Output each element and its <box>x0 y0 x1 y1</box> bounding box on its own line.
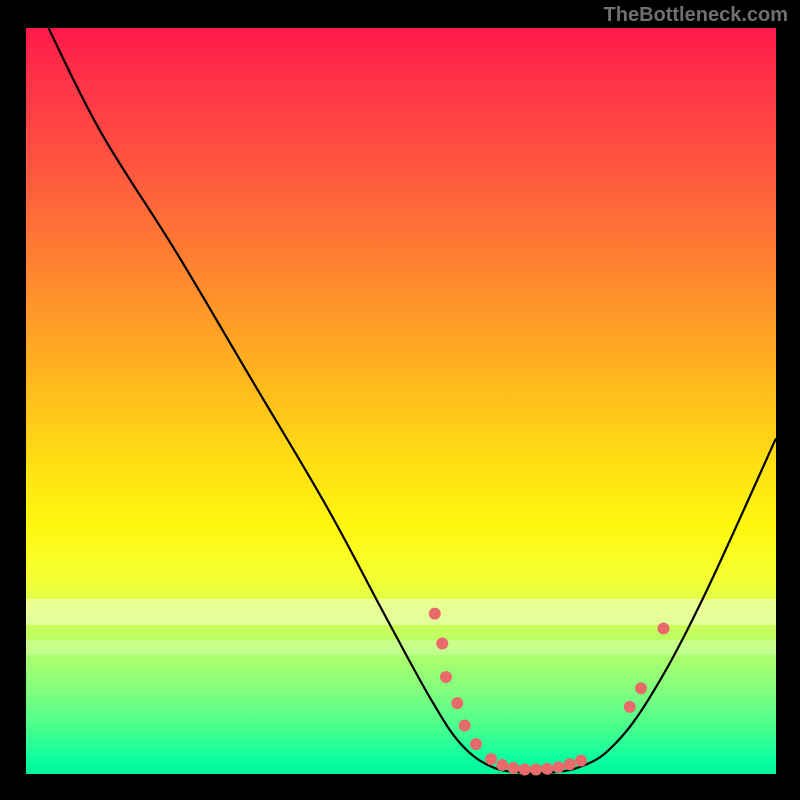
data-point <box>451 697 463 709</box>
plot-area <box>26 28 776 774</box>
data-point <box>496 759 508 771</box>
watermark-text: TheBottleneck.com <box>604 4 788 27</box>
data-point <box>470 738 482 750</box>
data-point <box>508 762 520 774</box>
chart-svg <box>26 28 776 774</box>
bottleneck-curve <box>49 28 777 773</box>
chart-container: TheBottleneck.com <box>0 0 800 800</box>
data-point <box>564 758 576 770</box>
data-point <box>658 623 670 635</box>
data-points-group <box>429 608 670 776</box>
data-point <box>429 608 441 620</box>
data-point <box>624 701 636 713</box>
data-point <box>553 761 565 773</box>
data-point <box>635 682 647 694</box>
data-point <box>485 753 497 765</box>
data-point <box>530 764 542 776</box>
data-point <box>541 763 553 775</box>
data-point <box>575 755 587 767</box>
data-point <box>459 720 471 732</box>
data-point <box>519 764 531 776</box>
data-point <box>440 671 452 683</box>
data-point <box>436 637 448 649</box>
